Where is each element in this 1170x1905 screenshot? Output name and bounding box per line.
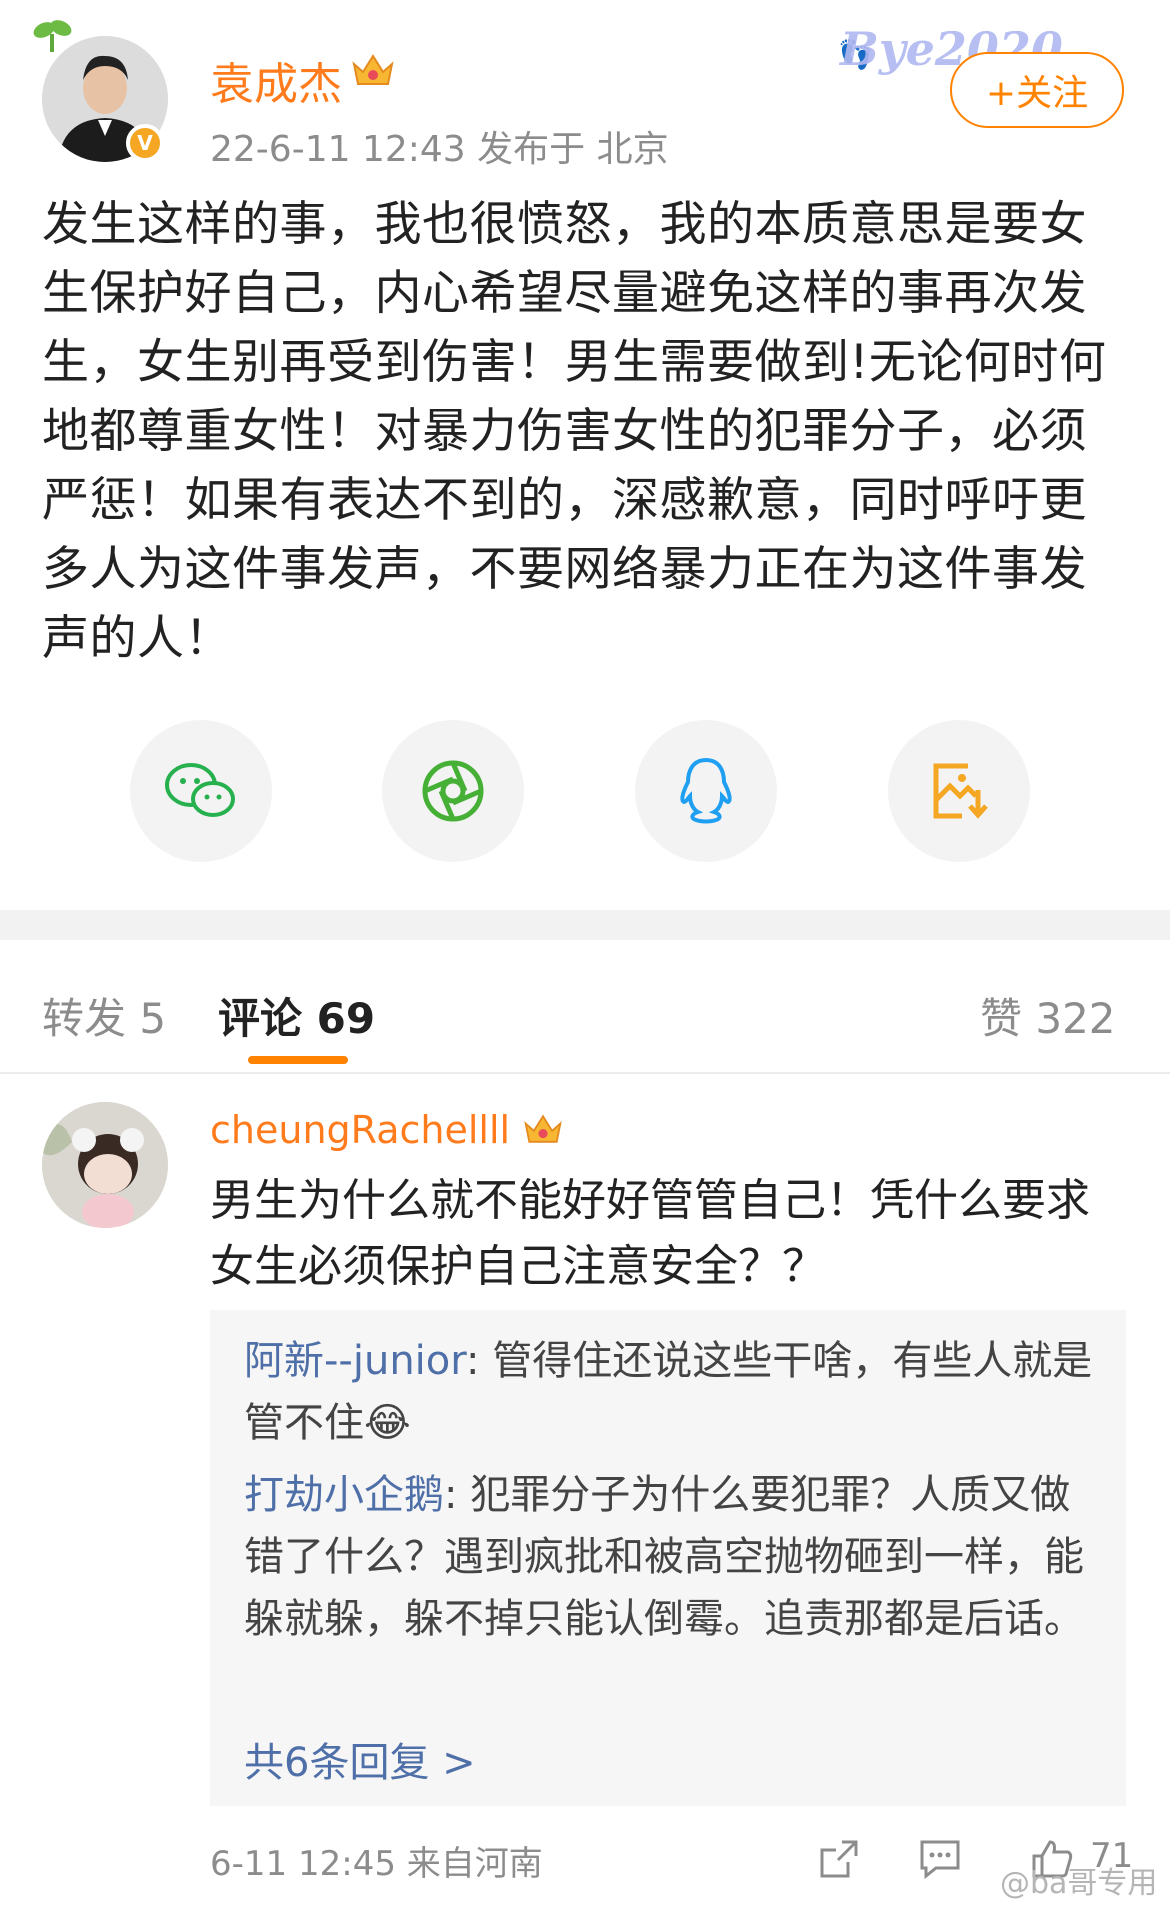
comment-text: 男生为什么就不能好好管管自己！凭什么要求女生必须保护自己注意安全？？ [210,1175,1090,1292]
save-image-button[interactable] [888,720,1030,862]
post-text: 发生这样的事，我也很愤怒，我的本质意思是要女生保护好自己，内心希望尽量避免这样的… [42,197,1107,666]
vip-crown-icon [350,50,396,94]
active-tab-indicator [248,1056,348,1064]
reply-item: 打劫小企鹅: 犯罪分子为什么要犯罪？人质又做错了什么？遇到疯批和被高空抛物砸到一… [244,1464,1094,1650]
view-all-replies-link[interactable]: 共6条回复 > [244,1730,476,1788]
watermark: @ba哥专用 [1000,1866,1158,1901]
commenter-name[interactable]: cheungRachellll [210,1108,510,1152]
tabs-divider [0,1072,1170,1074]
share-comment-button[interactable] [818,1838,860,1884]
tab-repost[interactable]: 转发 5 [42,985,166,1046]
qq-icon [680,757,732,824]
section-divider [0,910,1170,940]
moments-icon [422,760,484,822]
verified-badge-icon: V [126,124,164,162]
vip-crown-icon [522,1110,564,1152]
share-wechat-button[interactable] [130,720,272,862]
reply-user[interactable]: 阿新--junior [244,1338,466,1384]
share-qq-button[interactable] [635,720,777,862]
reply-user[interactable]: 打劫小企鹅 [244,1472,444,1518]
wechat-icon [165,763,235,817]
sprout-decoration-icon [30,14,76,58]
comment-icon [920,1840,960,1880]
tab-like[interactable]: 赞 322 [980,985,1116,1046]
share-moments-button[interactable] [382,720,524,862]
author-name[interactable]: 袁成杰 [210,48,342,112]
post-meta: 22-6-11 12:43 发布于 北京 [210,129,669,170]
save-image-icon [933,763,988,819]
comment-meta: 6-11 12:45 来自河南 [210,1844,543,1884]
follow-button[interactable]: +关注 [950,52,1124,128]
tab-comment[interactable]: 评论 69 [218,985,375,1046]
reply-item: 阿新--junior: 管得住还说这些干啥，有些人就是管不住😂 [244,1330,1094,1454]
reply-comment-button[interactable] [918,1838,962,1884]
share-icon [820,1840,858,1878]
commenter-avatar[interactable] [42,1102,168,1228]
